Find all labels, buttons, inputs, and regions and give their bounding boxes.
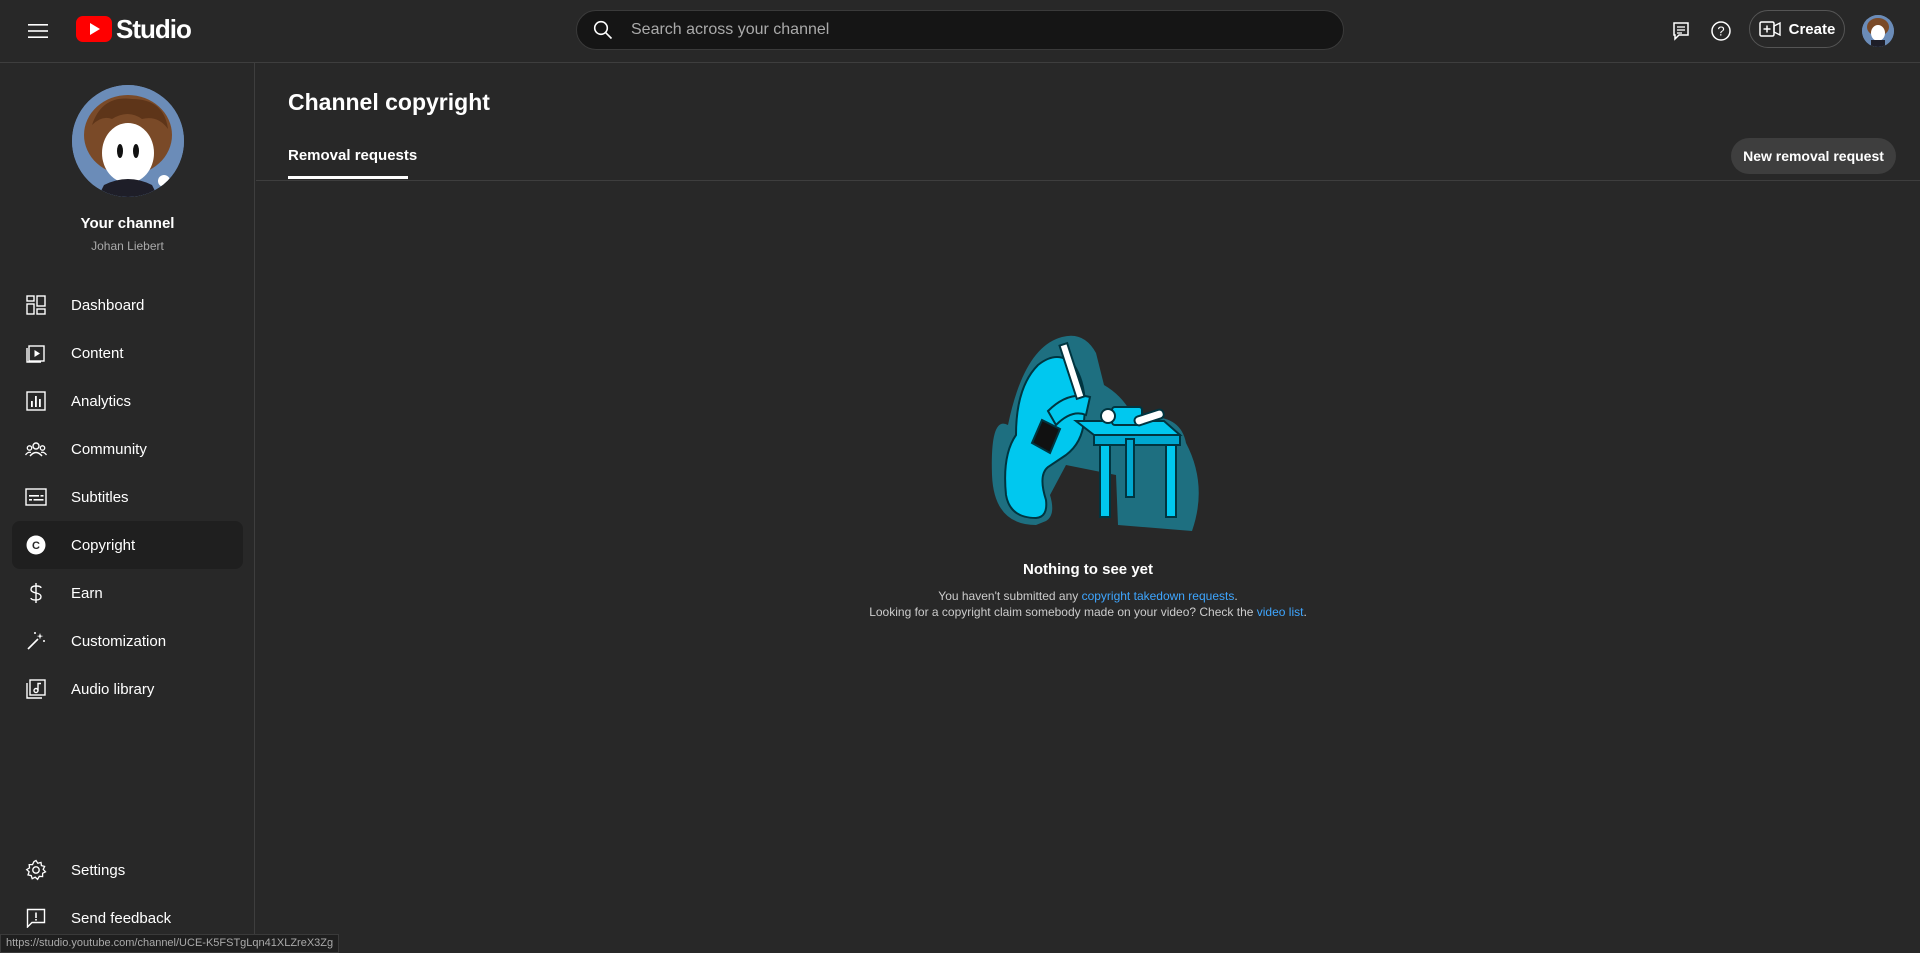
sidebar-item-earn[interactable]: Earn [12, 569, 243, 617]
gear-icon [24, 858, 48, 882]
sidebar-item-label: Customization [71, 632, 167, 650]
channel-avatar[interactable] [72, 85, 184, 197]
channel-title: Your channel [80, 215, 175, 232]
sidebar-item-label: Earn [71, 584, 103, 602]
logo-text: Studio [116, 13, 192, 44]
svg-text:?: ? [1717, 24, 1724, 39]
sidebar-item-label: Analytics [71, 392, 132, 410]
create-button[interactable]: Create [1749, 10, 1845, 48]
page-title: Channel copyright [288, 89, 490, 115]
sidebar-item-label: Subtitles [71, 488, 129, 506]
create-video-icon [1758, 21, 1781, 37]
empty-state-text: . [1303, 605, 1307, 619]
sidebar-item-analytics[interactable]: Analytics [12, 377, 243, 425]
account-avatar[interactable] [1862, 15, 1894, 47]
sidebar-item-label: Content [71, 344, 124, 362]
sidebar-item-community[interactable]: Community [12, 425, 243, 473]
divider [256, 180, 1920, 181]
help-icon[interactable]: ? [1707, 17, 1735, 45]
empty-state-text: . [1234, 589, 1238, 603]
dollar-icon [24, 581, 48, 605]
empty-state-message: Looking for a copyright claim somebody m… [256, 605, 1920, 619]
sidebar-item-dashboard[interactable]: Dashboard [12, 281, 243, 329]
top-bar: Studio ? Create [0, 0, 1920, 63]
menu-icon[interactable] [24, 17, 52, 45]
sidebar-item-customization[interactable]: Customization [12, 617, 243, 665]
search-bar[interactable] [576, 10, 1344, 50]
empty-state-title: Nothing to see yet [1022, 561, 1153, 578]
tab-active-indicator [288, 176, 408, 179]
community-icon [24, 437, 48, 461]
empty-state-message: You haven't submitted any copyright take… [256, 589, 1920, 603]
search-icon [593, 20, 613, 40]
copyright-icon: C [24, 533, 48, 557]
magic-wand-icon [24, 629, 48, 653]
empty-state-text: Looking for a copyright claim somebody m… [869, 605, 1257, 619]
empty-state-illustration [976, 325, 1201, 537]
sidebar-item-label: Community [71, 440, 147, 458]
feedback-message-icon[interactable] [1667, 17, 1695, 45]
sidebar-item-label: Settings [71, 861, 126, 879]
feedback-icon [24, 906, 48, 930]
audio-library-icon [24, 677, 48, 701]
main-content: Channel copyright Removal requests New r… [256, 63, 1920, 953]
new-removal-request-button[interactable]: New removal request [1731, 138, 1896, 174]
svg-text:C: C [32, 540, 40, 552]
sidebar-item-label: Send feedback [71, 909, 172, 927]
empty-state-text: You haven't submitted any [938, 589, 1082, 603]
sidebar-item-label: Dashboard [71, 296, 145, 314]
subtitles-icon [24, 485, 48, 509]
channel-name: Johan Liebert [91, 239, 164, 253]
sidebar: Your channel Johan Liebert Dashboard Con… [0, 63, 255, 953]
sidebar-item-copyright[interactable]: C Copyright [12, 521, 243, 569]
sidebar-item-audio-library[interactable]: Audio library [12, 665, 243, 713]
video-list-link[interactable]: video list [1257, 605, 1304, 619]
sidebar-item-settings[interactable]: Settings [12, 846, 243, 894]
analytics-icon [24, 389, 48, 413]
dashboard-icon [24, 293, 48, 317]
create-button-label: Create [1788, 20, 1836, 38]
sidebar-item-subtitles[interactable]: Subtitles [12, 473, 243, 521]
youtube-play-icon [76, 16, 112, 42]
sidebar-item-label: Copyright [71, 536, 136, 554]
sidebar-item-content[interactable]: Content [12, 329, 243, 377]
studio-logo[interactable]: Studio [76, 13, 192, 44]
content-icon [24, 341, 48, 365]
copyright-takedown-requests-link[interactable]: copyright takedown requests [1082, 589, 1235, 603]
status-bar-url: https://studio.youtube.com/channel/UCE-K… [0, 934, 340, 953]
search-input[interactable] [631, 21, 1311, 39]
sidebar-item-label: Audio library [71, 680, 155, 698]
